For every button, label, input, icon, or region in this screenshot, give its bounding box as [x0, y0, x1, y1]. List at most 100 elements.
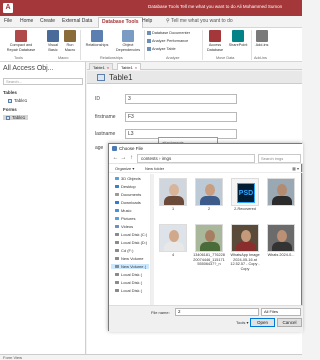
- side-item-label: Local Disk (: [121, 280, 142, 285]
- tab-table1[interactable]: Table1 ×: [89, 63, 114, 70]
- analyze-performance-button[interactable]: Analyze Performance: [147, 39, 188, 43]
- file-item[interactable]: 1: [157, 178, 189, 212]
- sidebar-scrollbar[interactable]: [151, 174, 154, 305]
- back-icon[interactable]: ←: [112, 155, 119, 162]
- add-ins-icon: [256, 30, 268, 42]
- side-item-local-disk-c[interactable]: Local Disk (C:): [115, 232, 147, 237]
- nav-item-label: Table1: [12, 115, 26, 120]
- access-database-button[interactable]: Access Database: [204, 30, 226, 52]
- side-item-label: Documents: [121, 192, 142, 197]
- file-item[interactable]: 2: [193, 178, 225, 212]
- status-bar: Form View: [0, 354, 302, 360]
- nav-group-tables[interactable]: Tables: [3, 90, 17, 95]
- menu-file[interactable]: File: [4, 18, 12, 24]
- file-item[interactable]: [265, 178, 297, 207]
- nav-item-form-table1[interactable]: Table1: [3, 115, 29, 120]
- side-item-pictures[interactable]: Pictures: [115, 216, 135, 221]
- field-firstname[interactable]: F3: [125, 112, 237, 122]
- side-item-local-disk-d[interactable]: Local Disk (D:): [115, 240, 147, 245]
- file-item[interactable]: Whats 2024-0...: [265, 224, 297, 258]
- organize-button[interactable]: Organize ▾: [115, 166, 134, 171]
- compact-repair-button[interactable]: Compact and Repair Database: [4, 30, 38, 52]
- psd-file-icon: PSD: [231, 178, 259, 206]
- menu-database-tools[interactable]: Database Tools: [98, 17, 143, 28]
- side-item-videos[interactable]: Videos: [115, 224, 133, 229]
- side-item-new-volume[interactable]: New Volume: [115, 256, 143, 261]
- analyze-table-button[interactable]: Analyze Table: [147, 47, 176, 51]
- relationships-label: Relationships: [85, 43, 109, 47]
- view-options-icon[interactable]: ▦ ▾: [292, 166, 299, 171]
- relationships-button[interactable]: Relationships: [82, 30, 112, 48]
- add-ins-label: Add-ins: [255, 43, 269, 47]
- database-documenter-label: Database Documenter: [152, 31, 190, 35]
- tab-label: Table1: [121, 65, 133, 70]
- ribbon: Compact and Repair Database Visual Basic…: [0, 28, 302, 62]
- side-item-label: Downloads: [121, 200, 141, 205]
- menu-home[interactable]: Home: [20, 18, 33, 24]
- nav-search-input[interactable]: Search...: [3, 78, 83, 85]
- access-database-label: Access Database: [206, 43, 224, 52]
- nav-group-forms[interactable]: Forms: [3, 107, 17, 112]
- address-bar[interactable]: contests › imgs: [137, 154, 255, 163]
- open-button[interactable]: Open: [250, 318, 275, 327]
- dialog-toolbar: Organize ▾ New folder ▦ ▾: [109, 164, 303, 173]
- object-dependencies-button[interactable]: Object Dependencies: [113, 30, 143, 52]
- dialog-title: Choose File: [119, 146, 144, 151]
- up-icon[interactable]: ↑: [128, 155, 135, 162]
- side-item-local-disk-2[interactable]: Local Disk (: [115, 272, 142, 277]
- side-item-local-disk-3[interactable]: Local Disk (: [115, 280, 142, 285]
- menu-help[interactable]: Help: [142, 18, 152, 24]
- nav-pane-title[interactable]: All Access Obj...: [3, 65, 54, 72]
- analyze-table-icon: [147, 47, 151, 51]
- forward-icon[interactable]: →: [120, 155, 127, 162]
- group-add-ins-label: Add-ins: [254, 56, 267, 60]
- side-item-downloads[interactable]: Downloads: [115, 200, 141, 205]
- menu-create[interactable]: Create: [40, 18, 55, 24]
- videos-icon: [115, 225, 119, 229]
- visual-basic-button[interactable]: Visual Basic: [44, 30, 62, 52]
- side-item-documents[interactable]: Documents: [115, 192, 141, 197]
- database-documenter-button[interactable]: Database Documenter: [147, 31, 190, 35]
- run-macro-button[interactable]: Run Macro: [62, 30, 78, 52]
- tell-me-search[interactable]: ⚲ Tell me what you want to do: [166, 18, 233, 24]
- file-name-input[interactable]: 2: [175, 308, 259, 316]
- side-item-label: Local Disk (C:): [121, 232, 148, 237]
- field-id[interactable]: 3: [125, 94, 237, 104]
- nav-item-table1[interactable]: Table1: [8, 98, 27, 103]
- side-item-new-volume-2[interactable]: New Volume (: [111, 264, 149, 269]
- side-item-music[interactable]: Music: [115, 208, 131, 213]
- dialog-sidebar: 3D Objects Desktop Documents Downloads M…: [109, 174, 151, 305]
- cancel-button[interactable]: Cancel: [277, 318, 302, 327]
- folder-search-input[interactable]: Search imgs: [258, 154, 301, 163]
- add-ins-button[interactable]: Add-ins: [253, 30, 271, 48]
- group-relationships-label: Relationships: [100, 56, 123, 60]
- form-title: Table1: [109, 73, 133, 82]
- sharepoint-button[interactable]: SharePoint: [226, 30, 250, 48]
- window-title: Database Tools Tell me what you want to …: [148, 4, 283, 9]
- documenter-icon: [147, 31, 151, 35]
- side-item-3d-objects[interactable]: 3D Objects: [115, 176, 141, 181]
- file-item[interactable]: 13406181_77622820074446_11517155506437?_…: [193, 224, 225, 267]
- music-icon: [115, 209, 119, 213]
- file-item[interactable]: WhatsApp Image 2024-05-16 at 12.52.57 - …: [229, 224, 261, 271]
- analyze-performance-label: Analyze Performance: [152, 39, 189, 43]
- access-database-icon: [209, 30, 221, 42]
- side-item-cd-f[interactable]: Cd (F:): [115, 248, 133, 253]
- file-type-select[interactable]: All Files: [261, 308, 301, 316]
- file-item[interactable]: PSD 2-Recovered: [229, 178, 261, 212]
- new-folder-button[interactable]: New folder: [145, 166, 164, 171]
- close-icon[interactable]: ×: [135, 65, 137, 70]
- side-item-desktop[interactable]: Desktop: [115, 184, 136, 189]
- file-name: 4: [171, 253, 175, 257]
- file-item[interactable]: 4: [157, 224, 189, 258]
- menu-external-data[interactable]: External Data: [62, 18, 92, 24]
- visual-basic-icon: [47, 30, 59, 42]
- close-icon[interactable]: ×: [107, 65, 109, 70]
- file-grid: 1 2 PSD 2-Recovered 4 13406181_776228200…: [155, 174, 303, 305]
- group-macro-label: Macro: [58, 56, 69, 60]
- tools-dropdown[interactable]: Tools ▾: [236, 320, 248, 325]
- tab-form-table1[interactable]: Table1 ×: [117, 63, 142, 70]
- side-item-local-disk-4[interactable]: Local Disk (: [115, 288, 142, 293]
- field-label-lastname: lastname: [95, 131, 116, 137]
- side-item-label: Videos: [121, 224, 134, 229]
